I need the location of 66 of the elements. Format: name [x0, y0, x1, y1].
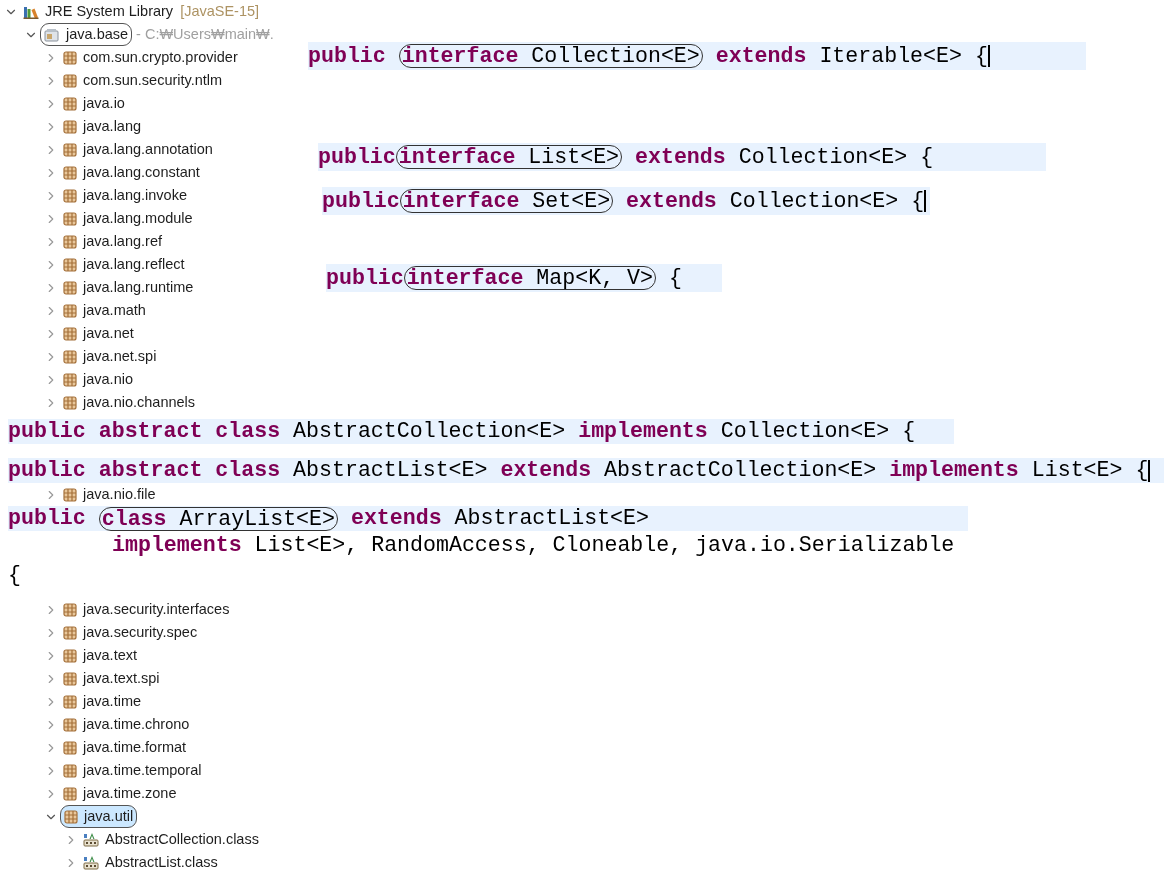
- package-icon: [63, 119, 77, 134]
- tree-item[interactable]: java.time.format: [83, 736, 187, 759]
- package-icon: [63, 372, 77, 387]
- package-icon: [63, 257, 77, 272]
- tree-item[interactable]: java.time.temporal: [83, 759, 202, 782]
- package-icon: [63, 694, 77, 709]
- package-icon: [63, 625, 77, 640]
- package-icon: [63, 740, 77, 755]
- tree-item[interactable]: java.nio.channels: [83, 391, 196, 414]
- tree-item[interactable]: java.lang.runtime: [83, 276, 194, 299]
- package-icon: [63, 211, 77, 226]
- package-icon: [63, 395, 77, 410]
- package-icon: [63, 786, 77, 801]
- tree-item[interactable]: java.text.spi: [83, 667, 160, 690]
- tree-item[interactable]: java.net: [83, 322, 134, 345]
- class-file-icon: [83, 855, 99, 870]
- package-icon: [63, 165, 77, 180]
- tree-item[interactable]: java.text: [83, 644, 137, 667]
- package-icon: [63, 349, 77, 364]
- package-icon: [63, 73, 77, 88]
- package-icon: [63, 602, 77, 617]
- package-icon: [63, 487, 77, 502]
- code-line: {: [8, 563, 21, 588]
- package-icon: [63, 763, 77, 778]
- code-line: implements List<E>, RandomAccess, Cloneable, java.io.Serializable: [112, 533, 955, 558]
- tree-item[interactable]: java.lang.reflect: [83, 253, 185, 276]
- tree-item-decoration: [JavaSE-15]: [180, 1, 260, 21]
- package-icon: [63, 648, 77, 663]
- tree-item[interactable]: AbstractList.class: [105, 851, 218, 874]
- tree-item[interactable]: java.lang.constant: [83, 161, 200, 184]
- package-icon: [63, 96, 77, 111]
- tree-item[interactable]: JRE System Library: [45, 0, 174, 23]
- package-icon: [63, 717, 77, 732]
- tree-item[interactable]: com.sun.security.ntlm: [83, 69, 223, 92]
- tree-item[interactable]: com.sun.crypto.provider: [83, 46, 238, 69]
- tree-item[interactable]: java.time.zone: [83, 782, 177, 805]
- package-icon: [63, 142, 77, 157]
- tree-item[interactable]: java.net.spi: [83, 345, 157, 368]
- package-icon: [63, 50, 77, 65]
- tree-item[interactable]: AbstractCollection.class: [105, 828, 259, 851]
- tree-item[interactable]: java.time.chrono: [83, 713, 190, 736]
- tree-item[interactable]: java.nio: [83, 368, 133, 391]
- jar-icon: [44, 27, 60, 42]
- tree-item[interactable]: java.lang.ref: [83, 230, 162, 253]
- package-icon: [64, 809, 78, 824]
- package-icon: [63, 303, 77, 318]
- class-file-icon: [83, 832, 99, 847]
- package-icon: [63, 280, 77, 295]
- tree-item[interactable]: java.time: [83, 690, 142, 713]
- tree-item[interactable]: java.nio.file: [83, 483, 156, 506]
- package-icon: [63, 326, 77, 341]
- tree-item[interactable]: java.security.spec: [83, 621, 198, 644]
- tree-item[interactable]: java.lang.invoke: [83, 184, 187, 207]
- tree-item[interactable]: java.lang.module: [83, 207, 193, 230]
- tree-item[interactable]: java.io: [83, 92, 125, 115]
- books-icon: [23, 4, 39, 19]
- tree-item[interactable]: java.security.interfaces: [83, 598, 230, 621]
- tree-item[interactable]: java.math: [83, 299, 146, 322]
- tree-item[interactable]: java.util: [84, 805, 134, 828]
- package-icon: [63, 188, 77, 203]
- tree-item-decoration: - C:₩Users₩main₩.: [136, 24, 274, 44]
- package-icon: [63, 671, 77, 686]
- tree-item[interactable]: java.lang.annotation: [83, 138, 213, 161]
- tree-item[interactable]: java.base: [66, 23, 129, 46]
- tree-item[interactable]: java.lang: [83, 115, 142, 138]
- package-icon: [63, 234, 77, 249]
